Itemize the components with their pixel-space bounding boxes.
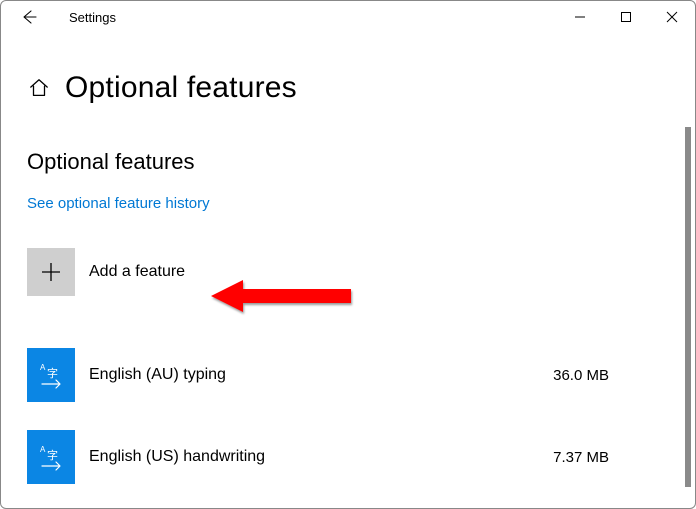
history-link[interactable]: See optional feature history: [27, 195, 669, 212]
close-button[interactable]: [649, 1, 695, 33]
plus-icon: [40, 261, 62, 283]
add-feature-button[interactable]: [27, 248, 75, 296]
page-title: Optional features: [65, 71, 297, 105]
feature-size: 36.0 MB: [553, 367, 609, 384]
svg-text:字: 字: [47, 366, 58, 380]
content-area: Optional features Optional features See …: [1, 71, 695, 504]
minimize-button[interactable]: [557, 1, 603, 33]
arrow-left-icon: [21, 9, 37, 25]
language-icon: A 字: [27, 348, 75, 402]
feature-list: A 字 English (AU) typing 36.0 MB A 字 Engl…: [27, 340, 669, 504]
feature-item[interactable]: A 字 English (AU) typing 36.0 MB: [27, 340, 669, 422]
svg-text:字: 字: [47, 448, 58, 462]
scrollbar-thumb[interactable]: [685, 127, 691, 487]
close-icon: [666, 11, 678, 23]
maximize-icon: [620, 11, 632, 23]
language-icon: A 字: [27, 430, 75, 484]
svg-text:A: A: [40, 363, 46, 372]
back-button[interactable]: [7, 1, 51, 33]
feature-item[interactable]: A 字 English (US) handwriting 7.37 MB: [27, 422, 669, 504]
feature-name: English (US) handwriting: [89, 448, 539, 466]
minimize-icon: [574, 11, 586, 23]
window-title: Settings: [69, 10, 116, 25]
home-icon[interactable]: [27, 76, 51, 100]
add-feature-label: Add a feature: [89, 263, 185, 281]
add-feature-row[interactable]: Add a feature: [27, 248, 669, 296]
svg-text:A: A: [40, 445, 46, 454]
section-title: Optional features: [27, 149, 669, 175]
feature-name: English (AU) typing: [89, 366, 539, 384]
page-header: Optional features: [27, 71, 669, 105]
maximize-button[interactable]: [603, 1, 649, 33]
feature-size: 7.37 MB: [553, 449, 609, 466]
titlebar: Settings: [1, 1, 695, 33]
